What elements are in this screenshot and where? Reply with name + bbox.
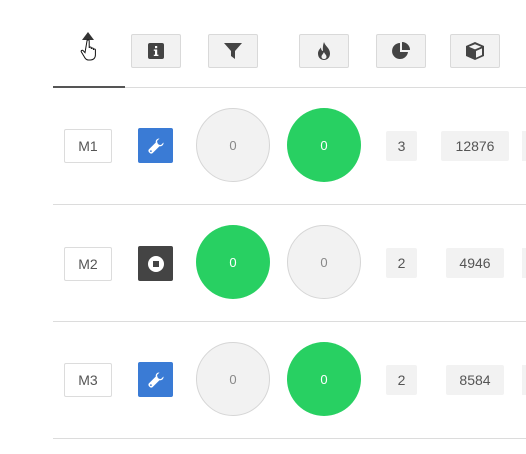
state-circle-a[interactable]: 0: [196, 108, 270, 182]
pie-chart-icon: [392, 42, 410, 59]
cut-off-cell: [522, 131, 526, 161]
cube-column-button[interactable]: [450, 34, 500, 68]
count-badge: 2: [386, 248, 417, 278]
sort-column-header[interactable]: [78, 30, 102, 64]
filter-column-button[interactable]: [208, 34, 258, 68]
info-column-button[interactable]: [131, 34, 181, 68]
machine-label[interactable]: M1: [64, 129, 112, 163]
cube-icon: [466, 42, 484, 60]
info-icon: [148, 43, 164, 59]
fire-column-button[interactable]: [299, 34, 349, 68]
table-header: [0, 0, 526, 88]
maintenance-status-button[interactable]: [138, 362, 173, 397]
state-circle-b[interactable]: 0: [287, 342, 361, 416]
state-circle-b[interactable]: 0: [287, 108, 361, 182]
row-divider: [53, 321, 526, 322]
state-circle-a[interactable]: 0: [196, 225, 270, 299]
stopped-status-button[interactable]: [138, 246, 173, 281]
row-divider: [53, 438, 526, 439]
total-badge: 12876: [441, 131, 509, 161]
pie-chart-column-button[interactable]: [376, 34, 426, 68]
filter-icon: [224, 43, 242, 59]
row-divider: [53, 204, 526, 205]
cut-off-cell: [522, 248, 526, 278]
sort-up-icon[interactable]: [78, 30, 102, 64]
wrench-icon: [147, 137, 164, 154]
total-badge: 8584: [446, 365, 504, 395]
active-sort-indicator: [53, 86, 125, 88]
total-badge: 4946: [446, 248, 504, 278]
stop-icon: [147, 255, 164, 272]
state-circle-b[interactable]: 0: [287, 225, 361, 299]
cut-off-cell: [522, 365, 526, 395]
machine-label[interactable]: M3: [64, 363, 112, 397]
fire-icon: [318, 42, 330, 60]
maintenance-status-button[interactable]: [138, 128, 173, 163]
wrench-icon: [147, 371, 164, 388]
count-badge: 3: [386, 131, 417, 161]
state-circle-a[interactable]: 0: [196, 342, 270, 416]
count-badge: 2: [386, 365, 417, 395]
machine-label[interactable]: M2: [64, 247, 112, 281]
